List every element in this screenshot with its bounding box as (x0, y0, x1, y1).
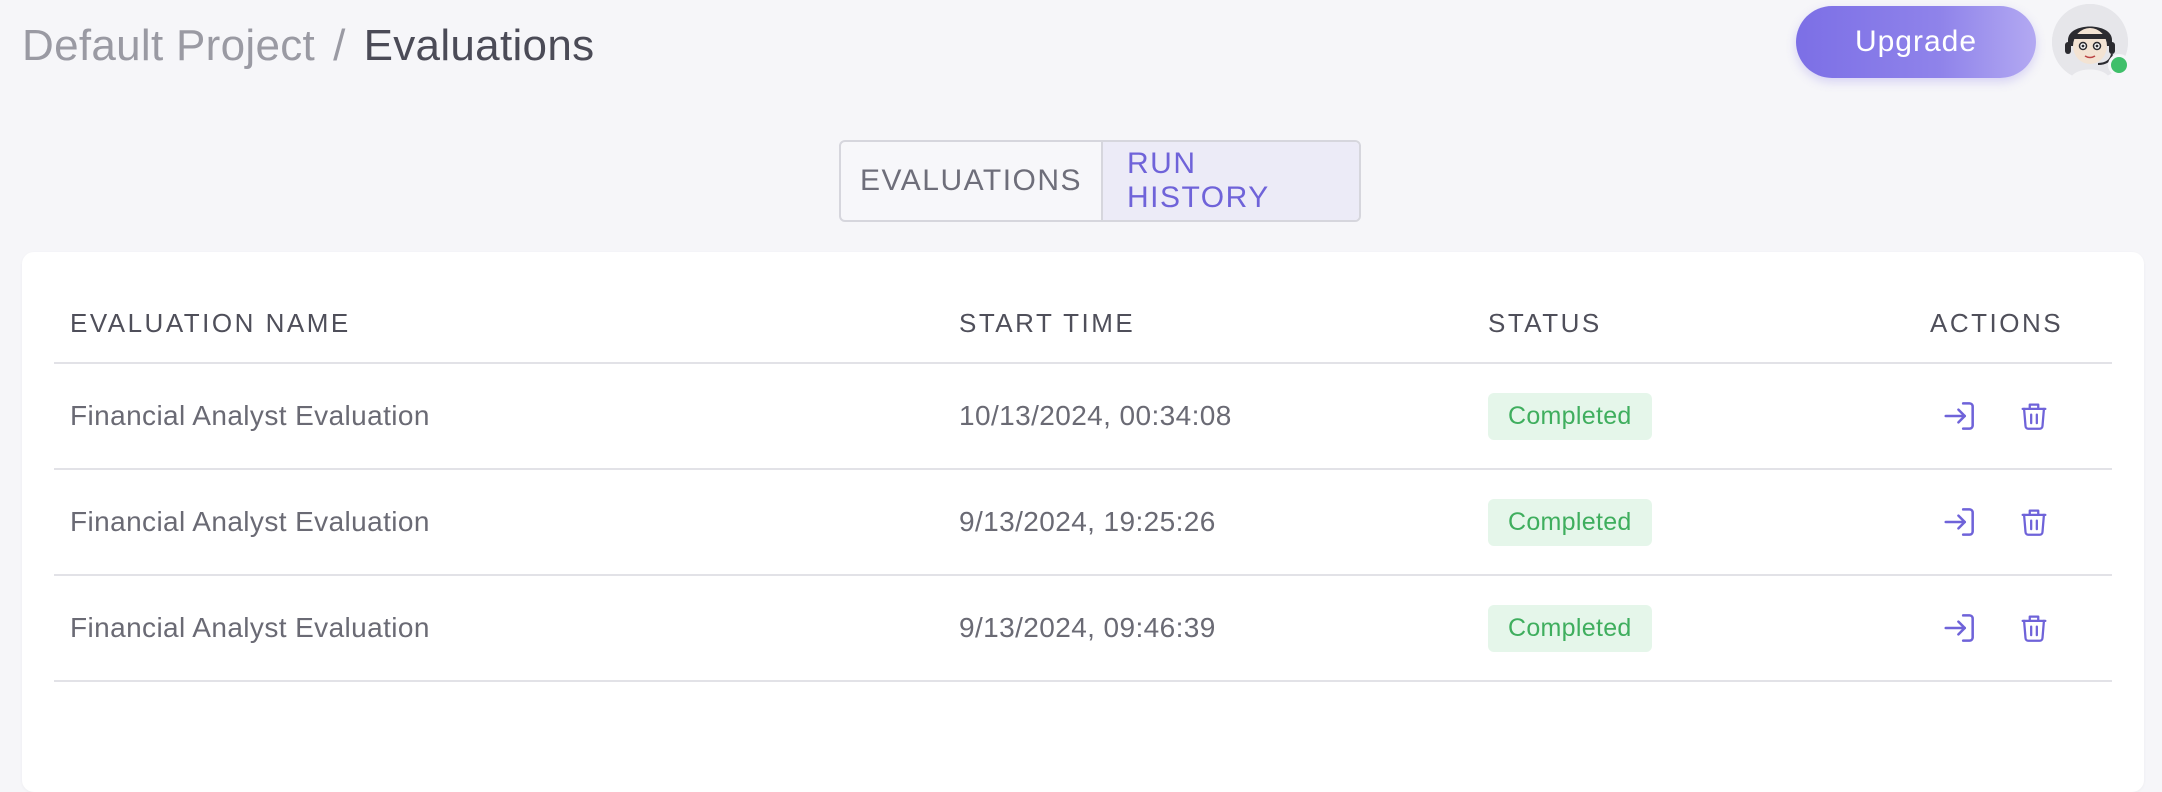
trash-icon[interactable] (2014, 608, 2054, 648)
column-header-start-time: START TIME (959, 308, 1136, 338)
evaluation-name: Financial Analyst Evaluation (70, 400, 430, 431)
column-header-actions: ACTIONS (1930, 308, 2064, 338)
start-time: 9/13/2024, 09:46:39 (959, 612, 1216, 643)
evaluation-name: Financial Analyst Evaluation (70, 506, 430, 537)
trash-icon[interactable] (2014, 396, 2054, 436)
status-badge: Completed (1488, 604, 1652, 652)
evaluation-name: Financial Analyst Evaluation (70, 612, 430, 643)
breadcrumb-separator: / (333, 21, 346, 70)
status-badge: Completed (1488, 392, 1652, 440)
column-header-status: STATUS (1488, 308, 1602, 338)
table-row[interactable]: Financial Analyst Evaluation 9/13/2024, … (54, 470, 2112, 576)
tab-run-history[interactable]: RUN HISTORY (1103, 142, 1359, 220)
table-header: EVALUATION NAME START TIME STATUS ACTION… (54, 252, 2112, 364)
table-row[interactable]: Financial Analyst Evaluation 9/13/2024, … (54, 576, 2112, 682)
start-time: 10/13/2024, 00:34:08 (959, 400, 1232, 431)
run-history-card: EVALUATION NAME START TIME STATUS ACTION… (22, 252, 2144, 792)
breadcrumb: Default Project / Evaluations (22, 18, 594, 74)
online-status-dot (2108, 54, 2130, 76)
table-row[interactable]: Financial Analyst Evaluation 10/13/2024,… (54, 364, 2112, 470)
avatar[interactable] (2052, 4, 2130, 80)
open-icon[interactable] (1940, 608, 1980, 648)
status-badge: Completed (1488, 498, 1652, 546)
run-history-table: EVALUATION NAME START TIME STATUS ACTION… (54, 252, 2112, 682)
start-time: 9/13/2024, 19:25:26 (959, 506, 1216, 537)
open-icon[interactable] (1940, 396, 1980, 436)
breadcrumb-project[interactable]: Default Project (22, 21, 315, 71)
upgrade-button[interactable]: Upgrade (1796, 6, 2036, 78)
trash-icon[interactable] (2014, 502, 2054, 542)
tab-evaluations[interactable]: EVALUATIONS (841, 142, 1103, 220)
open-icon[interactable] (1940, 502, 1980, 542)
column-header-evaluation-name: EVALUATION NAME (70, 308, 351, 338)
view-tabs: EVALUATIONS RUN HISTORY (839, 140, 1361, 222)
page-title: Evaluations (363, 21, 595, 70)
